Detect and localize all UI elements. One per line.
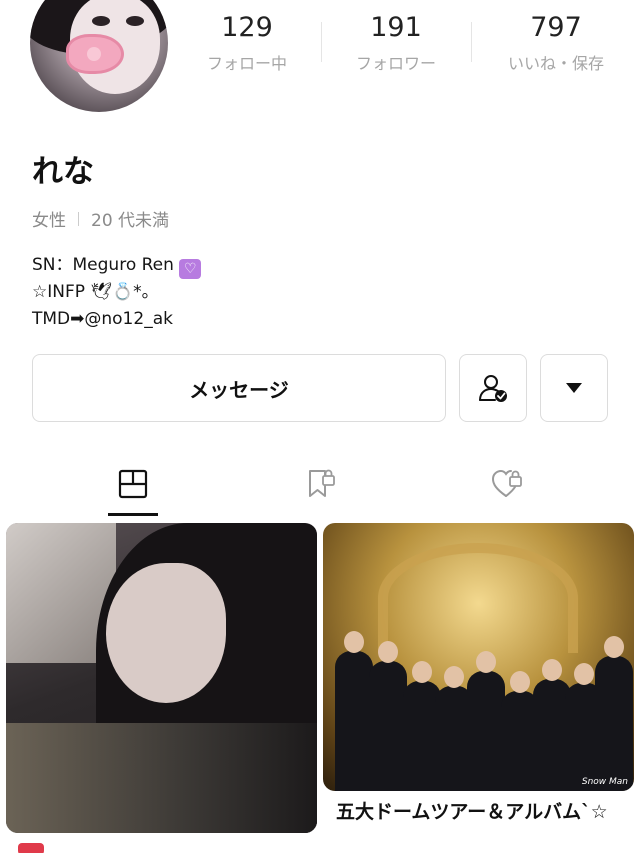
ribbon-emoji-icon <box>18 843 44 853</box>
tab-saved[interactable] <box>295 462 345 506</box>
stat-following-count: 129 <box>221 12 273 43</box>
profile-avatar[interactable] <box>30 0 168 112</box>
bio-line-1-text: SN：Meguro Ren <box>32 255 174 275</box>
grid-icon <box>118 469 148 499</box>
stat-likes[interactable]: 797 いいね・保存 <box>486 10 626 74</box>
stat-followers-count: 191 <box>370 12 422 43</box>
bio-line-1: SN：Meguro Ren ♡ <box>32 252 202 279</box>
bio-line-3[interactable]: TMD➡@no12_ak <box>32 306 201 333</box>
post-2-member <box>467 651 505 791</box>
profile-gender: 女性 <box>32 211 66 231</box>
profile-name: れな <box>32 154 94 190</box>
avatar-eye <box>92 16 110 26</box>
stat-followers-label: フォロワー <box>355 54 436 73</box>
stat-likes-count: 797 <box>530 12 582 43</box>
stat-divider <box>321 22 322 62</box>
post-2-caption[interactable]: 五大ドームツアー＆アルバム`☆ <box>336 798 626 826</box>
avatar-mask <box>66 34 124 74</box>
stat-followers[interactable]: 191 フォロワー <box>326 10 466 74</box>
tab-liked[interactable] <box>482 462 532 506</box>
post-2-member <box>335 631 373 791</box>
message-button-label: メッセージ <box>189 377 289 402</box>
active-tab-indicator <box>108 513 158 516</box>
message-button[interactable]: メッセージ <box>32 354 446 422</box>
profile-meta: 女性 20 代未満 <box>32 206 169 231</box>
heart-lock-icon <box>491 469 522 497</box>
post-2-dome <box>378 543 578 653</box>
tab-posts[interactable] <box>108 462 158 506</box>
stat-following[interactable]: 129 フォロー中 <box>177 10 317 74</box>
meta-divider <box>78 211 79 226</box>
post-thumbnail-1[interactable] <box>6 523 317 833</box>
post-2-member <box>595 636 633 791</box>
stat-divider <box>471 22 472 62</box>
bio-line-2: ☆INFP 🕊💍*。 <box>32 282 159 302</box>
stat-following-label: フォロー中 <box>206 54 287 73</box>
more-options-button[interactable] <box>540 354 608 422</box>
stat-likes-label: いいね・保存 <box>507 54 604 73</box>
profile-age: 20 代未満 <box>91 211 170 231</box>
following-status-button[interactable] <box>459 354 527 422</box>
person-check-icon <box>479 375 507 402</box>
post-1-face <box>106 563 226 703</box>
post-2-logo-text: Snow Man <box>581 777 628 787</box>
caret-down-icon <box>566 383 582 393</box>
post-1-clothing <box>6 723 317 833</box>
avatar-eye <box>126 16 144 26</box>
profile-bio: SN：Meguro Ren ♡ ☆INFP 🕊💍*。 TMD➡@no12_ak <box>32 252 202 333</box>
bookmark-lock-icon <box>309 469 335 497</box>
post-2-member <box>369 641 407 791</box>
heart-emoji-icon: ♡ <box>179 259 202 279</box>
post-thumbnail-2[interactable]: Snow Man <box>323 523 634 791</box>
